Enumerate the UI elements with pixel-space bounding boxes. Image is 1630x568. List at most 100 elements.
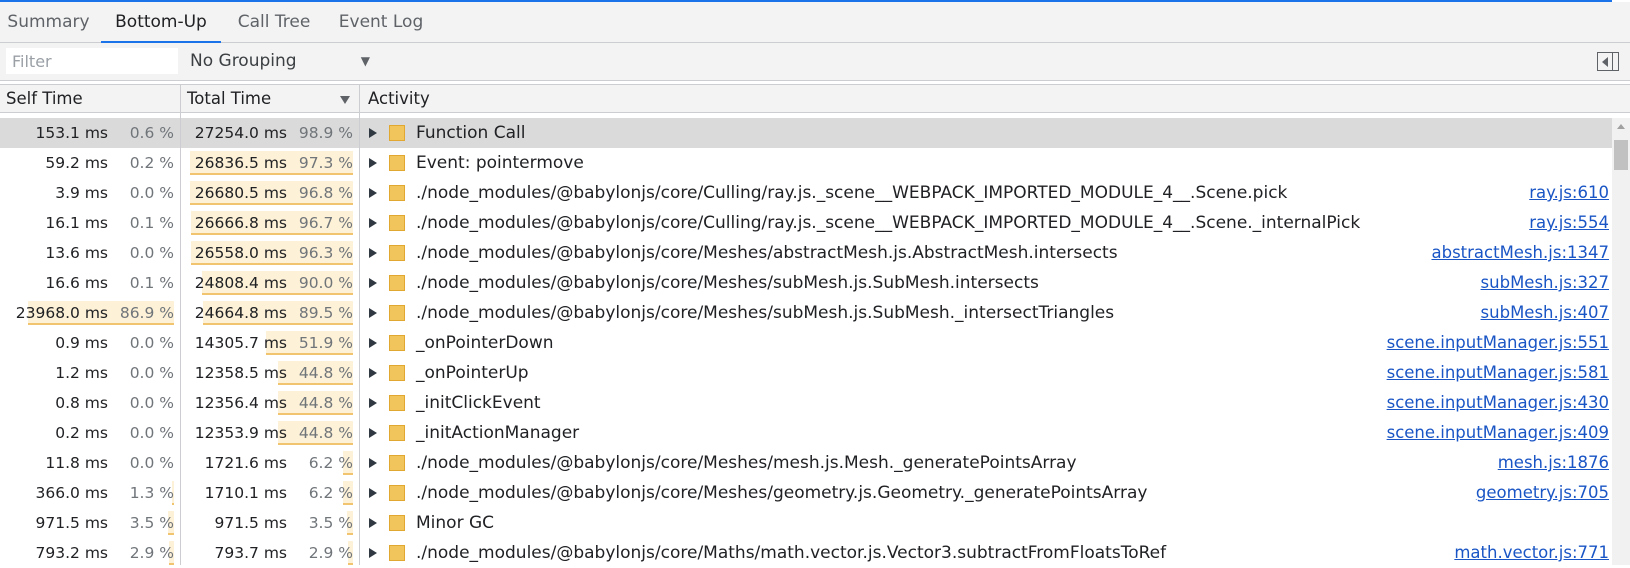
- self-time-value: 11.8 ms: [45, 454, 108, 472]
- self-time-percent: 0.1 %: [129, 274, 174, 292]
- expand-triangle-icon[interactable]: [369, 458, 377, 468]
- activity-name: ./node_modules/@babylonjs/core/Meshes/su…: [416, 303, 1115, 323]
- table-row[interactable]: 0.8 ms 0.0 % 12356.4 ms 44.8 % _initClickEve…: [0, 388, 1612, 418]
- source-link[interactable]: scene.inputManager.js:551: [1387, 328, 1609, 358]
- table-row[interactable]: 366.0 ms 1.3 % 1710.1 ms 6.2 % ./node_module…: [0, 478, 1612, 508]
- source-link[interactable]: subMesh.js:327: [1481, 268, 1609, 298]
- chevron-down-icon: ▼: [360, 54, 370, 68]
- vertical-scrollbar[interactable]: [1612, 118, 1630, 565]
- expand-triangle-icon[interactable]: [369, 428, 377, 438]
- total-time-value: 26680.5 ms: [194, 184, 287, 202]
- self-time-cell: 971.5 ms 3.5 %: [0, 508, 180, 538]
- total-time-cell: 24664.8 ms 89.5 %: [181, 298, 359, 328]
- source-link[interactable]: subMesh.js:407: [1481, 298, 1609, 328]
- total-time-cell: 971.5 ms 3.5 %: [181, 508, 359, 538]
- total-time-cell: 12356.4 ms 44.8 %: [181, 388, 359, 418]
- self-time-value: 153.1 ms: [35, 124, 108, 142]
- source-link[interactable]: scene.inputManager.js:581: [1387, 358, 1609, 388]
- self-time-value: 3.9 ms: [55, 184, 108, 202]
- grouping-select[interactable]: No Grouping ▼: [186, 48, 382, 74]
- expand-triangle-icon[interactable]: [369, 308, 377, 318]
- table-row[interactable]: 3.9 ms 0.0 % 26680.5 ms 96.8 % ./node_module…: [0, 178, 1612, 208]
- activity-category-swatch: [389, 515, 405, 531]
- self-time-cell: 0.2 ms 0.0 %: [0, 418, 180, 448]
- source-link[interactable]: mesh.js:1876: [1498, 448, 1609, 478]
- tab-call-tree[interactable]: Call Tree: [224, 2, 324, 42]
- sidebar-toggle-icon[interactable]: [1597, 52, 1619, 71]
- total-time-cell: 27254.0 ms 98.9 %: [181, 118, 359, 148]
- column-header-activity[interactable]: Activity: [362, 85, 1562, 112]
- self-time-percent: 3.5 %: [129, 514, 174, 532]
- activity-name: ./node_modules/@babylonjs/core/Meshes/su…: [416, 273, 1039, 293]
- self-time-value: 0.8 ms: [55, 394, 108, 412]
- expand-triangle-icon[interactable]: [369, 218, 377, 228]
- expand-triangle-icon[interactable]: [369, 398, 377, 408]
- table-row[interactable]: 16.1 ms 0.1 % 26666.8 ms 96.7 % ./node_modul…: [0, 208, 1612, 238]
- column-header-total-time[interactable]: Total Time: [181, 85, 359, 112]
- scroll-thumb[interactable]: [1614, 140, 1628, 170]
- self-time-value: 16.6 ms: [45, 274, 108, 292]
- activity-name: ./node_modules/@babylonjs/core/Meshes/ge…: [416, 483, 1148, 503]
- filter-input[interactable]: [6, 48, 178, 74]
- self-time-percent: 0.6 %: [129, 124, 174, 142]
- self-time-percent: 0.0 %: [129, 364, 174, 382]
- tab-summary[interactable]: Summary: [0, 2, 97, 42]
- source-link[interactable]: abstractMesh.js:1347: [1431, 238, 1609, 268]
- column-divider[interactable]: [359, 84, 360, 565]
- table-row[interactable]: 11.8 ms 0.0 % 1721.6 ms 6.2 % ./node_modules…: [0, 448, 1612, 478]
- expand-triangle-icon[interactable]: [369, 278, 377, 288]
- tab-bottom-up[interactable]: Bottom-Up: [101, 2, 221, 43]
- total-time-percent: 90.0 %: [298, 274, 353, 292]
- source-link[interactable]: ray.js:554: [1529, 208, 1609, 238]
- activity-name: _onPointerDown: [416, 333, 554, 353]
- source-link[interactable]: scene.inputManager.js:409: [1387, 418, 1609, 448]
- total-time-percent: 96.8 %: [298, 184, 353, 202]
- table-row[interactable]: 971.5 ms 3.5 % 971.5 ms 3.5 % Minor GC: [0, 508, 1612, 538]
- scroll-up-arrow-icon[interactable]: [1617, 124, 1625, 129]
- expand-triangle-icon[interactable]: [369, 188, 377, 198]
- expand-triangle-icon[interactable]: [369, 548, 377, 558]
- table-row[interactable]: 0.9 ms 0.0 % 14305.7 ms 51.9 % _onPointerDow…: [0, 328, 1612, 358]
- expand-triangle-icon[interactable]: [369, 128, 377, 138]
- table-row[interactable]: 23968.0 ms 86.9 % 24664.8 ms 89.5 % ./node_m…: [0, 298, 1612, 328]
- self-time-cell: 366.0 ms 1.3 %: [0, 478, 180, 508]
- column-divider[interactable]: [180, 84, 181, 565]
- table-row[interactable]: 13.6 ms 0.0 % 26558.0 ms 96.3 % ./node_modul…: [0, 238, 1612, 268]
- total-time-percent: 6.2 %: [308, 454, 353, 472]
- tab-bar: Summary Bottom-Up Call Tree Event Log: [0, 2, 1630, 43]
- activity-name: Event: pointermove: [416, 153, 584, 173]
- self-time-cell: 16.1 ms 0.1 %: [0, 208, 180, 238]
- expand-triangle-icon[interactable]: [369, 368, 377, 378]
- activity-category-swatch: [389, 425, 405, 441]
- self-time-percent: 0.0 %: [129, 334, 174, 352]
- total-time-value: 14305.7 ms: [194, 334, 287, 352]
- self-time-value: 0.2 ms: [55, 424, 108, 442]
- table-row[interactable]: 153.1 ms 0.6 % 27254.0 ms 98.9 % Function Ca…: [0, 118, 1612, 148]
- self-time-percent: 0.1 %: [129, 214, 174, 232]
- activity-name: _initActionManager: [416, 423, 580, 443]
- source-link[interactable]: scene.inputManager.js:430: [1387, 388, 1609, 418]
- table-row[interactable]: 1.2 ms 0.0 % 12358.5 ms 44.8 % _onPointerUp s…: [0, 358, 1612, 388]
- table-row[interactable]: 0.2 ms 0.0 % 12353.9 ms 44.8 % _initActionMa…: [0, 418, 1612, 448]
- expand-triangle-icon[interactable]: [369, 518, 377, 528]
- expand-triangle-icon[interactable]: [369, 338, 377, 348]
- table-row[interactable]: 59.2 ms 0.2 % 26836.5 ms 97.3 % Event: point…: [0, 148, 1612, 178]
- total-time-value: 1710.1 ms: [204, 484, 287, 502]
- self-time-value: 366.0 ms: [35, 484, 108, 502]
- self-time-value: 1.2 ms: [55, 364, 108, 382]
- source-link[interactable]: math.vector.js:771: [1454, 538, 1609, 568]
- grouping-value: No Grouping: [190, 51, 297, 71]
- source-link[interactable]: geometry.js:705: [1476, 478, 1609, 508]
- column-header-self-time[interactable]: Self Time: [0, 85, 180, 112]
- table-row[interactable]: 16.6 ms 0.1 % 24808.4 ms 90.0 % ./node_modul…: [0, 268, 1612, 298]
- expand-triangle-icon[interactable]: [369, 488, 377, 498]
- source-link[interactable]: ray.js:610: [1529, 178, 1609, 208]
- expand-triangle-icon[interactable]: [369, 248, 377, 258]
- activity-category-swatch: [389, 185, 405, 201]
- total-time-cell: 26680.5 ms 96.8 %: [181, 178, 359, 208]
- activity-name: ./node_modules/@babylonjs/core/Meshes/me…: [416, 453, 1077, 473]
- self-time-value: 971.5 ms: [35, 514, 108, 532]
- table-row[interactable]: 793.2 ms 2.9 % 793.7 ms 2.9 % ./node_modules…: [0, 538, 1612, 568]
- tab-event-log[interactable]: Event Log: [327, 2, 435, 42]
- expand-triangle-icon[interactable]: [369, 158, 377, 168]
